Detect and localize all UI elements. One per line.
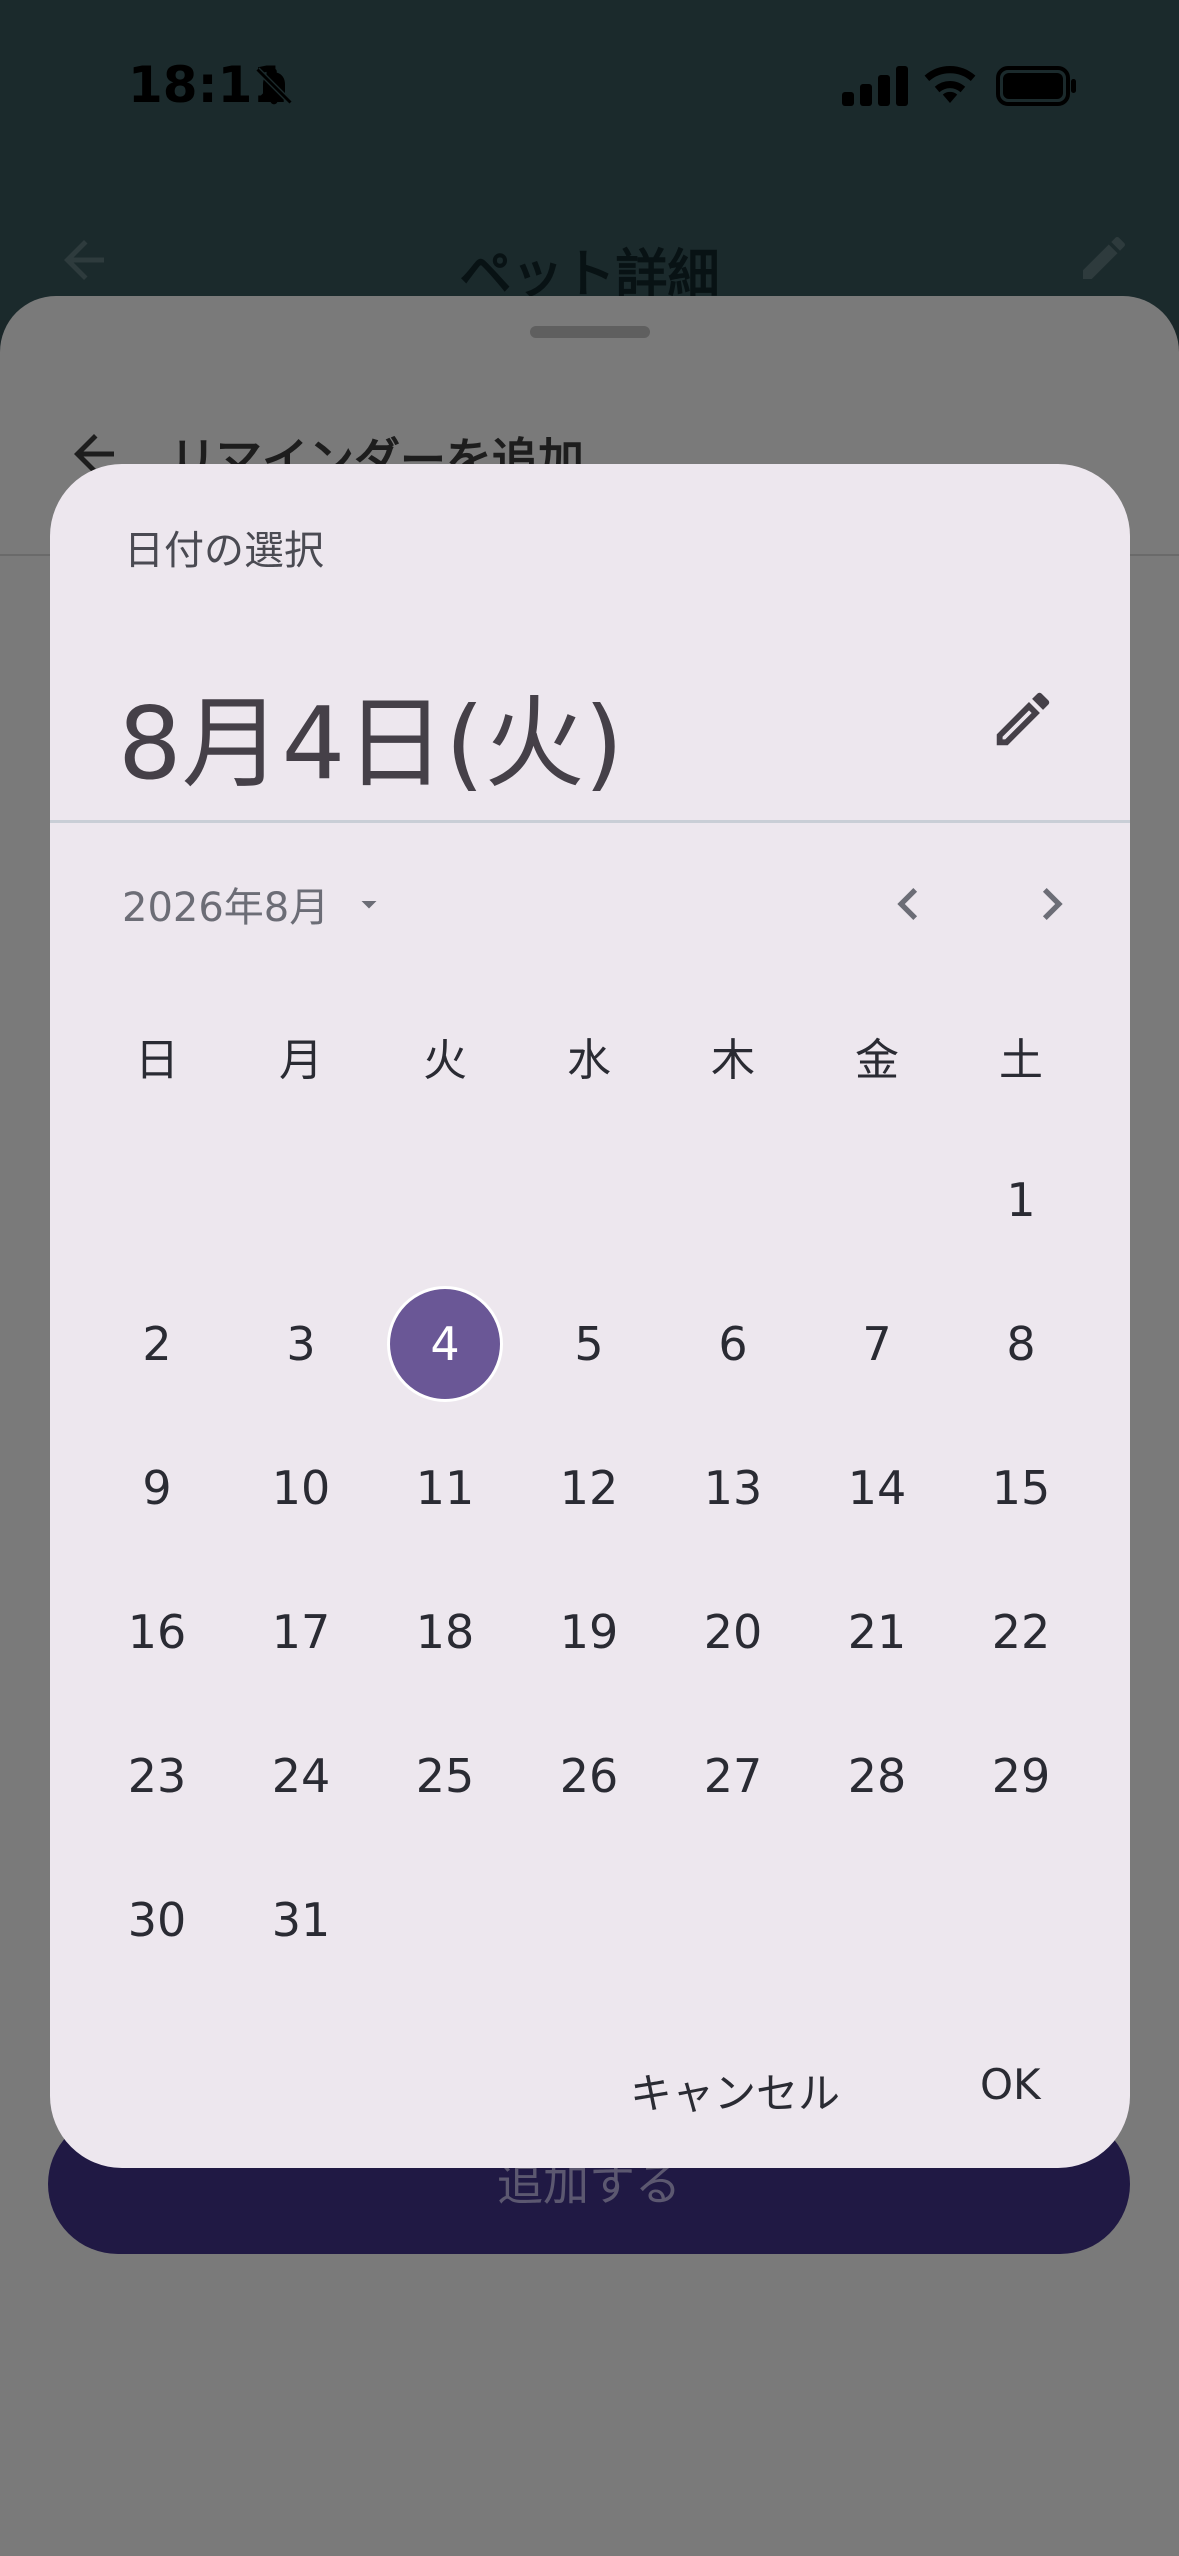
calendar-day[interactable]: 23	[99, 1718, 215, 1834]
divider	[50, 820, 1130, 823]
calendar-day[interactable]: 14	[819, 1430, 935, 1546]
calendar-day[interactable]: 7	[819, 1286, 935, 1402]
calendar-day[interactable]: 26	[531, 1718, 647, 1834]
calendar-day[interactable]: 17	[243, 1574, 359, 1690]
weekday-label: 土	[999, 1035, 1043, 1086]
calendar-day[interactable]: 31	[243, 1862, 359, 1978]
ok-button[interactable]: OK	[980, 2060, 1041, 2109]
weekday-label: 金	[855, 1035, 899, 1086]
chevron-right-icon[interactable]	[1020, 872, 1084, 936]
edit-pencil-icon[interactable]	[1076, 230, 1132, 286]
bell-muted-icon	[255, 67, 293, 105]
calendar-day[interactable]: 22	[963, 1574, 1079, 1690]
calendar-day[interactable]: 21	[819, 1574, 935, 1690]
calendar-day[interactable]: 1	[963, 1142, 1079, 1258]
screen: 18:11 ペット詳細 リマインダーを追加 追加する 日付の選択 8月4日(火)…	[0, 0, 1179, 2556]
weekday-label: 日	[135, 1035, 179, 1086]
calendar-day[interactable]: 25	[387, 1718, 503, 1834]
dialog-label: 日付の選択	[124, 528, 324, 574]
sheet-drag-handle[interactable]	[530, 326, 650, 338]
calendar-day[interactable]: 10	[243, 1430, 359, 1546]
calendar-day[interactable]: 24	[243, 1718, 359, 1834]
cancel-button[interactable]: キャンセル	[630, 2060, 840, 2121]
calendar-day[interactable]: 20	[675, 1574, 791, 1690]
weekday-label: 木	[711, 1035, 755, 1086]
month-year-label: 2026年8月	[122, 885, 330, 931]
calendar-day[interactable]: 13	[675, 1430, 791, 1546]
calendar-day[interactable]: 15	[963, 1430, 1079, 1546]
calendar-day[interactable]: 2	[99, 1286, 215, 1402]
battery-icon	[996, 66, 1076, 106]
month-year-selector[interactable]: 2026年8月	[122, 874, 387, 934]
calendar-day[interactable]: 6	[675, 1286, 791, 1402]
calendar-day[interactable]: 12	[531, 1430, 647, 1546]
date-picker-dialog: 日付の選択 8月4日(火) 2026年8月 日月火水木金土 1234567891…	[50, 464, 1130, 2168]
calendar-day-selected[interactable]: 4	[387, 1286, 503, 1402]
calendar-day[interactable]: 11	[387, 1430, 503, 1546]
calendar-day[interactable]: 9	[99, 1430, 215, 1546]
calendar-day[interactable]: 19	[531, 1574, 647, 1690]
calendar-day[interactable]: 27	[675, 1718, 791, 1834]
selected-date-headline: 8月4日(火)	[118, 685, 624, 802]
status-bar: 18:11	[0, 0, 1179, 170]
weekday-label: 火	[423, 1035, 467, 1086]
calendar-day[interactable]: 18	[387, 1574, 503, 1690]
calendar-day[interactable]: 30	[99, 1862, 215, 1978]
caret-down-icon	[361, 901, 377, 909]
calendar-day[interactable]: 16	[99, 1574, 215, 1690]
weekday-label: 月	[279, 1035, 323, 1086]
calendar-day[interactable]: 8	[963, 1286, 1079, 1402]
wifi-icon	[924, 66, 976, 103]
weekday-label: 水	[567, 1035, 611, 1086]
calendar-day[interactable]: 29	[963, 1718, 1079, 1834]
calendar-day[interactable]: 3	[243, 1286, 359, 1402]
cellular-signal-icon	[842, 66, 908, 106]
calendar-day[interactable]: 28	[819, 1718, 935, 1834]
calendar-day[interactable]: 5	[531, 1286, 647, 1402]
chevron-left-icon[interactable]	[876, 872, 940, 936]
edit-pencil-icon[interactable]	[988, 684, 1058, 754]
